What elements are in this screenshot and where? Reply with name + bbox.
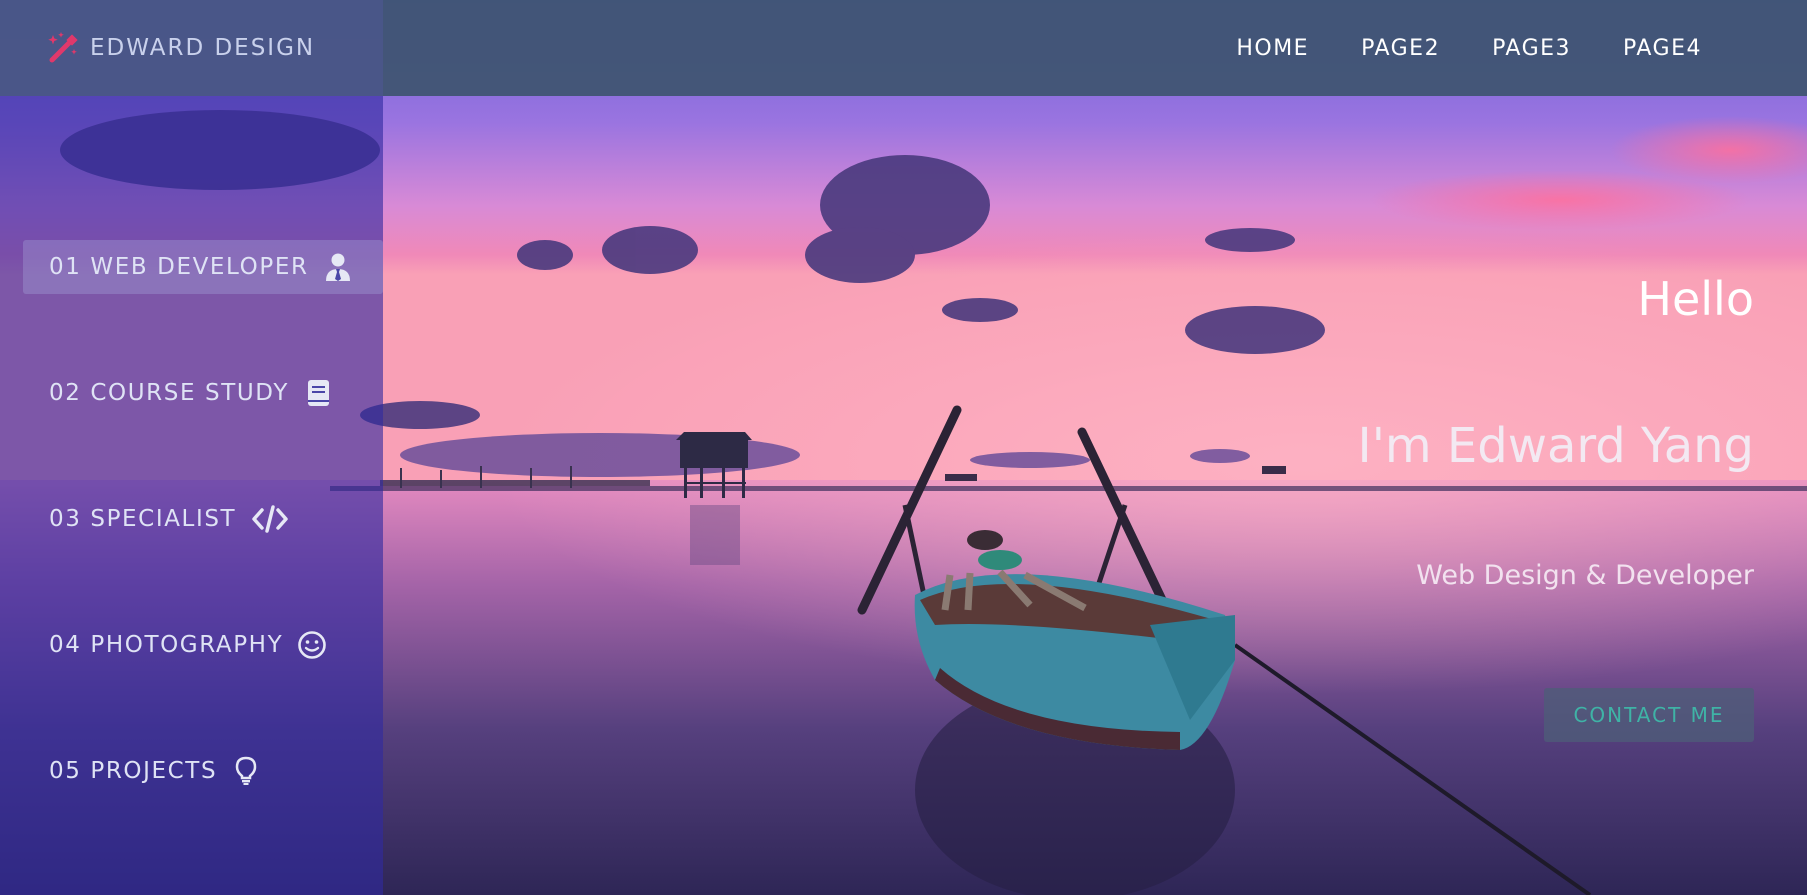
nav-page3[interactable]: PAGE3 <box>1492 36 1571 61</box>
sidebar-item-specialist[interactable]: 03 SPECIALIST <box>23 492 383 546</box>
magic-wand-icon <box>48 32 78 63</box>
sidebar-item-course-study[interactable]: 02 COURSE STUDY <box>23 366 383 420</box>
page: EDWARD DESIGN HOME PAGE2 PAGE3 PAGE4 01 … <box>0 0 1807 895</box>
sidebar-item-label: 04 PHOTOGRAPHY <box>49 632 284 658</box>
user-tie-icon <box>325 253 350 281</box>
contact-me-button[interactable]: CONTACT ME <box>1544 688 1754 742</box>
sidebar-item-web-developer[interactable]: 01 WEB DEVELOPER <box>23 240 383 294</box>
brand-name: EDWARD DESIGN <box>90 35 316 61</box>
sidebar-item-label: 05 PROJECTS <box>49 758 218 784</box>
brand-logo[interactable]: EDWARD DESIGN <box>0 0 383 96</box>
hero-greeting: Hello <box>1637 272 1754 326</box>
sidebar-item-label: 01 WEB DEVELOPER <box>49 254 309 280</box>
nav-home[interactable]: HOME <box>1236 36 1309 61</box>
sidebar-item-label: 02 COURSE STUDY <box>49 380 289 406</box>
hero-name: I'm Edward Yang <box>1357 418 1754 474</box>
smile-icon <box>298 631 327 659</box>
code-icon <box>252 505 288 533</box>
nav-page4[interactable]: PAGE4 <box>1623 36 1702 61</box>
book-icon <box>307 380 329 406</box>
sidebar-item-photography[interactable]: 04 PHOTOGRAPHY <box>23 618 383 672</box>
lightbulb-icon <box>235 756 257 785</box>
sidebar-item-label: 03 SPECIALIST <box>49 506 237 532</box>
main-nav: HOME PAGE2 PAGE3 PAGE4 <box>1184 0 1702 96</box>
sidebar-item-projects[interactable]: 05 PROJECTS <box>23 744 383 798</box>
sidebar: 01 WEB DEVELOPER 02 COURSE STUDY 03 SPEC… <box>0 96 383 895</box>
hero-subtitle: Web Design & Developer <box>1416 560 1754 591</box>
nav-page2[interactable]: PAGE2 <box>1361 36 1440 61</box>
top-navbar: EDWARD DESIGN HOME PAGE2 PAGE3 PAGE4 <box>0 0 1807 96</box>
